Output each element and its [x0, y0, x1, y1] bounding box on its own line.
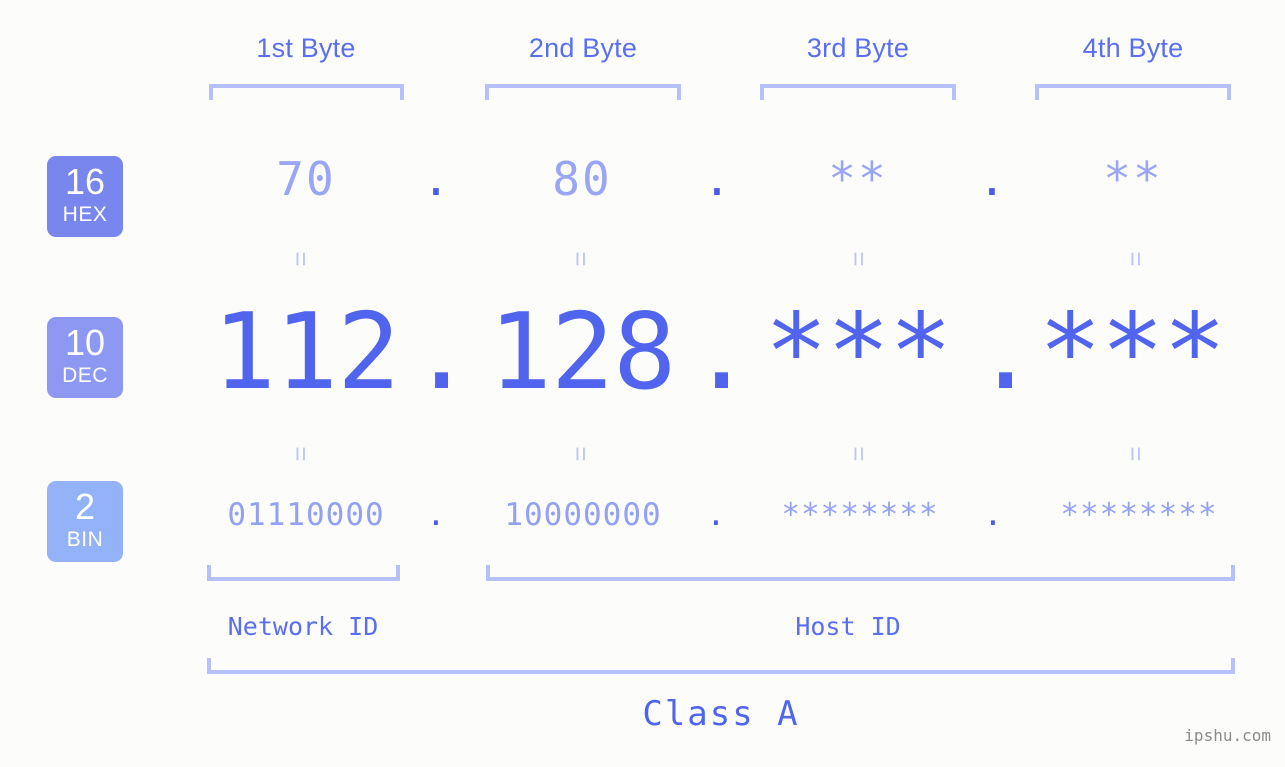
equals-hex-dec-2: = [566, 251, 596, 267]
equals-hex-dec-3: = [844, 251, 874, 267]
dec-byte-2: 128 [488, 291, 677, 413]
base-badge-hex: 16 HEX [47, 156, 123, 237]
network-id-label: Network ID [227, 612, 379, 641]
base-badge-dec-number: 10 [64, 322, 106, 363]
hex-dot-1: . [422, 152, 450, 206]
hex-byte-1: 70 [276, 152, 336, 206]
dec-byte-3: *** [764, 291, 953, 413]
equals-hex-dec-1: = [286, 251, 316, 267]
equals-dec-bin-4: = [1121, 446, 1151, 462]
bin-dot-2: . [706, 497, 726, 533]
hex-byte-4: ** [1103, 152, 1163, 206]
byte-header-3: 3rd Byte [806, 33, 910, 63]
hex-dot-2: . [703, 152, 731, 206]
dec-dot-1: . [410, 291, 474, 413]
base-badge-hex-label: HEX [62, 203, 108, 226]
bin-dot-1: . [426, 497, 446, 533]
hex-byte-3: ** [828, 152, 888, 206]
class-bracket [207, 658, 1235, 674]
equals-dec-bin-2: = [566, 446, 596, 462]
base-badge-bin: 2 BIN [47, 481, 123, 562]
class-label: Class A [642, 694, 800, 734]
ip-address-breakdown-diagram: 1st Byte 2nd Byte 3rd Byte 4th Byte 16 H… [0, 0, 1285, 767]
hex-byte-2: 80 [552, 152, 612, 206]
bin-byte-3: ******** [781, 497, 939, 533]
dec-byte-1: 112 [212, 291, 401, 413]
site-watermark: ipshu.com [1184, 726, 1271, 745]
bin-dot-3: . [983, 497, 1003, 533]
byte-bracket-2 [485, 84, 681, 100]
base-badge-hex-number: 16 [64, 161, 106, 202]
base-badge-dec: 10 DEC [47, 317, 123, 398]
equals-hex-dec-4: = [1121, 251, 1151, 267]
byte-header-1: 1st Byte [256, 33, 356, 63]
bin-byte-1: 01110000 [227, 497, 385, 533]
byte-bracket-4 [1035, 84, 1231, 100]
base-badge-bin-number: 2 [74, 486, 96, 527]
bin-byte-2: 10000000 [504, 497, 662, 533]
equals-dec-bin-3: = [844, 446, 874, 462]
byte-bracket-1 [209, 84, 404, 100]
host-id-label: Host ID [795, 612, 901, 641]
equals-dec-bin-1: = [286, 446, 316, 462]
dec-byte-4: *** [1038, 291, 1227, 413]
hex-dot-3: . [978, 152, 1006, 206]
byte-header-2: 2nd Byte [528, 33, 638, 63]
base-badge-bin-label: BIN [66, 528, 104, 551]
byte-header-4: 4th Byte [1082, 33, 1184, 63]
bin-byte-4: ******** [1060, 497, 1218, 533]
base-badge-dec-label: DEC [62, 364, 108, 387]
network-id-bracket [207, 565, 400, 581]
byte-bracket-3 [760, 84, 956, 100]
host-id-bracket [486, 565, 1235, 581]
